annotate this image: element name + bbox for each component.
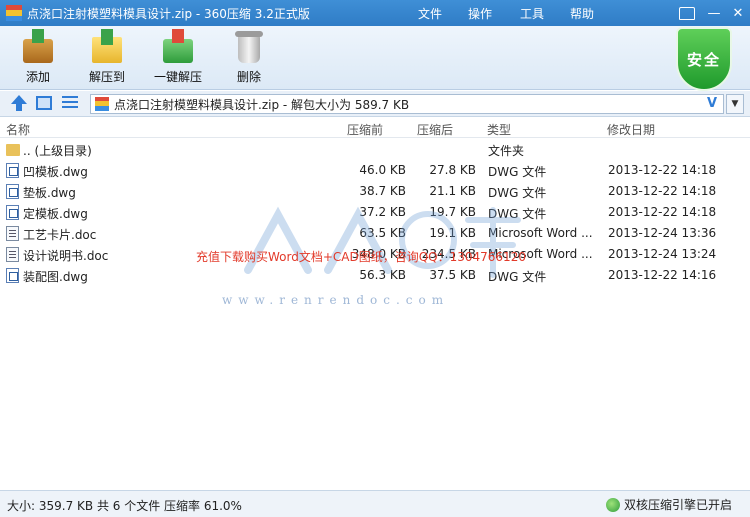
- engine-status-label: 双核压缩引擎已开启: [623, 498, 732, 512]
- engine-status-icon: [605, 497, 620, 512]
- file-name: 设计说明书.doc: [23, 249, 109, 263]
- table-row[interactable]: .. (上级目录) 文件夹: [0, 139, 750, 160]
- file-type: DWG 文件: [488, 165, 547, 179]
- table-row[interactable]: 凹模板.dwg 46.0 KB 27.8 KB DWG 文件 2013-12-2…: [0, 160, 750, 181]
- file-date: 2013-12-24 13:24: [608, 247, 717, 261]
- add-button[interactable]: 添加: [20, 29, 56, 85]
- status-bar: 大小: 359.7 KB 共 6 个文件 压缩率 61.0% 双核压缩引擎已开启: [0, 490, 750, 517]
- extract-folder-icon: [89, 29, 125, 65]
- security-shield-badge[interactable]: 安全: [676, 27, 732, 91]
- dwg-file-icon: [6, 163, 19, 178]
- app-logo-icon: [6, 5, 22, 21]
- address-bar: 点浇口注射模塑料模具设计.zip - 解包大小为 589.7 KB V ▼: [0, 91, 750, 117]
- file-date: 2013-12-22 14:18: [608, 184, 717, 198]
- menu-tools[interactable]: 工具: [520, 5, 544, 22]
- dual-core-engine-status[interactable]: 双核压缩引擎已开启: [605, 496, 732, 513]
- status-summary: 大小: 359.7 KB 共 6 个文件 压缩率 61.0%: [7, 499, 242, 513]
- watermark-url-text: www.renrendoc.com: [222, 293, 450, 307]
- shirt-icon: [679, 6, 695, 20]
- list-view-icon[interactable]: [62, 96, 78, 110]
- folder-icon: [6, 144, 20, 156]
- window-controls: — ✕: [678, 0, 750, 26]
- file-date: 2013-12-22 14:18: [608, 163, 717, 177]
- file-unpacked-size: 27.8 KB: [429, 163, 476, 177]
- file-unpacked-size: 21.1 KB: [429, 184, 476, 198]
- menu-bar: 文件 操作 工具 帮助: [418, 0, 620, 26]
- list-header: 名称 压缩前 压缩后 类型 修改日期: [0, 118, 750, 138]
- column-name[interactable]: 名称: [6, 121, 30, 138]
- one-click-extract-button[interactable]: 一键解压: [154, 29, 202, 85]
- file-name: .. (上级目录): [23, 144, 92, 158]
- file-type: DWG 文件: [488, 186, 547, 200]
- column-packed[interactable]: 压缩前: [347, 121, 383, 138]
- menu-help[interactable]: 帮助: [570, 5, 594, 22]
- path-check-mark: V: [706, 96, 717, 111]
- file-name: 装配图.dwg: [23, 270, 88, 284]
- minimize-button[interactable]: —: [702, 2, 726, 24]
- column-modified[interactable]: 修改日期: [607, 121, 655, 138]
- file-packed-size: 46.0 KB: [359, 163, 406, 177]
- file-date: 2013-12-24 13:36: [608, 226, 717, 240]
- column-type[interactable]: 类型: [487, 121, 511, 138]
- add-label: 添加: [25, 70, 50, 84]
- file-date: 2013-12-22 14:16: [608, 268, 717, 282]
- one-click-extract-icon: [160, 29, 196, 65]
- path-input[interactable]: 点浇口注射模塑料模具设计.zip - 解包大小为 589.7 KB V: [90, 94, 724, 114]
- archive-icon: [95, 97, 109, 111]
- file-type: 文件夹: [488, 144, 525, 158]
- menu-file[interactable]: 文件: [418, 5, 442, 22]
- up-arrow-icon[interactable]: [10, 95, 28, 113]
- path-text: 点浇口注射模塑料模具设计.zip - 解包大小为 589.7 KB: [114, 97, 410, 112]
- extract-button[interactable]: 解压到: [89, 29, 125, 85]
- title-bar: 点浇口注射模塑料模具设计.zip - 360压缩 3.2正式版 文件 操作 工具…: [0, 0, 750, 26]
- one-click-extract-label: 一键解压: [154, 70, 203, 84]
- dwg-file-icon: [6, 205, 19, 220]
- watermark-logo: [244, 206, 521, 278]
- delete-label: 删除: [236, 70, 261, 84]
- window-title: 点浇口注射模塑料模具设计.zip - 360压缩 3.2正式版: [27, 6, 310, 21]
- table-row[interactable]: 垫板.dwg 38.7 KB 21.1 KB DWG 文件 2013-12-22…: [0, 181, 750, 202]
- file-name: 工艺卡片.doc: [23, 228, 97, 242]
- icon-view-icon[interactable]: [36, 96, 52, 110]
- file-date: 2013-12-22 14:18: [608, 205, 717, 219]
- watermark-promo-text: 充值下载购买Word文档+CAD图纸，咨询QQ：1304766120: [196, 250, 526, 264]
- toolbar: 添加 解压到 一键解压 删除: [0, 26, 750, 90]
- dwg-file-icon: [6, 184, 19, 199]
- file-name: 凹模板.dwg: [23, 165, 88, 179]
- add-archive-icon: [20, 29, 56, 65]
- column-unpacked[interactable]: 压缩后: [417, 121, 453, 138]
- file-name: 垫板.dwg: [23, 186, 76, 200]
- menu-operation[interactable]: 操作: [468, 5, 492, 22]
- word-doc-icon: [6, 247, 19, 262]
- extract-label: 解压到: [89, 70, 126, 84]
- delete-button[interactable]: 删除: [231, 29, 267, 85]
- trash-can-icon: [231, 29, 267, 65]
- file-name: 定模板.dwg: [23, 207, 88, 221]
- skin-button[interactable]: [678, 2, 702, 24]
- word-doc-icon: [6, 226, 19, 241]
- close-button[interactable]: ✕: [726, 2, 750, 24]
- file-packed-size: 38.7 KB: [359, 184, 406, 198]
- path-dropdown-button[interactable]: ▼: [726, 94, 744, 114]
- dwg-file-icon: [6, 268, 19, 283]
